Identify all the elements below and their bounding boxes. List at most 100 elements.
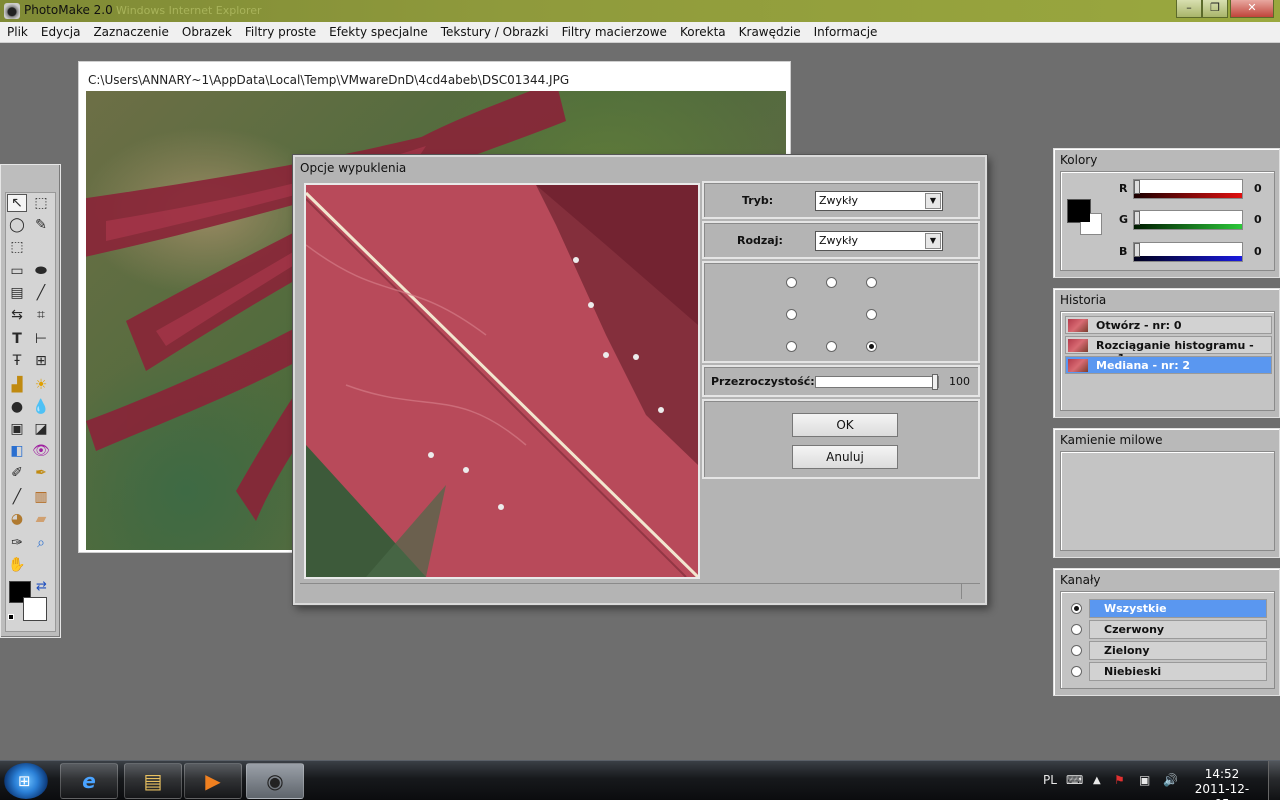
direction-bottom-radio[interactable]: [826, 341, 837, 352]
action-center-icon[interactable]: ⚑: [1114, 773, 1125, 787]
volume-icon[interactable]: 🔊: [1163, 773, 1178, 787]
app-camera-icon: [4, 3, 20, 19]
red-channel-slider[interactable]: [1133, 179, 1243, 199]
text-resize-tool-icon[interactable]: ⊞: [31, 352, 51, 370]
rounded-rect-tool-icon[interactable]: ▭: [7, 262, 27, 280]
menu-filtry-macierzowe[interactable]: Filtry macierzowe: [555, 22, 673, 43]
water-drop-tool-icon[interactable]: 💧: [31, 398, 51, 416]
channel-row-green[interactable]: Zielony: [1089, 641, 1267, 660]
chevron-down-icon[interactable]: ▼: [925, 193, 941, 209]
blue-slider-handle[interactable]: [1134, 243, 1140, 257]
sphere-tool-icon[interactable]: ●: [7, 398, 27, 416]
maximize-button[interactable]: ❐: [1202, 0, 1228, 18]
zoom-tool-icon[interactable]: ⌕: [31, 534, 51, 552]
channel-all-radio[interactable]: [1071, 603, 1082, 614]
photomake-taskbar-button[interactable]: ◉: [246, 763, 304, 799]
buttons-panel: OK Anuluj: [702, 399, 980, 479]
direction-top-right-radio[interactable]: [866, 277, 877, 288]
direction-bottom-left-radio[interactable]: [786, 341, 797, 352]
history-item[interactable]: Rozciąganie histogramu - nr: 1: [1065, 336, 1272, 365]
keyboard-icon[interactable]: ⌨: [1066, 773, 1083, 787]
channel-blue-radio[interactable]: [1071, 666, 1082, 677]
file-explorer-taskbar-button[interactable]: ▤: [124, 763, 182, 799]
minimize-button[interactable]: –: [1176, 0, 1202, 18]
direction-top-radio[interactable]: [826, 277, 837, 288]
eyedropper-tool-icon[interactable]: ✎: [31, 216, 51, 234]
hand-tool-icon[interactable]: ✋: [7, 556, 27, 574]
hatch-fill-tool-icon[interactable]: ▤: [7, 284, 27, 302]
bucket-tool-icon[interactable]: ▥: [31, 488, 51, 506]
background-color-swatch[interactable]: [23, 597, 47, 621]
resize-grip[interactable]: [961, 583, 962, 599]
channel-row-blue[interactable]: Niebieski: [1089, 662, 1267, 681]
red-gradient: [1134, 193, 1242, 198]
channel-green-radio[interactable]: [1071, 645, 1082, 656]
emboss-tool-icon[interactable]: ▣: [7, 420, 27, 438]
opacity-slider-handle[interactable]: [932, 374, 938, 390]
menu-plik[interactable]: Plik: [0, 22, 34, 43]
green-slider-handle[interactable]: [1134, 211, 1140, 225]
green-channel-slider[interactable]: [1133, 210, 1243, 230]
dodge-tool-icon[interactable]: ✒: [31, 464, 51, 482]
red-eye-tool-icon[interactable]: 👁: [31, 442, 51, 460]
mode-select[interactable]: Zwykły ▼: [815, 191, 943, 211]
history-item[interactable]: Otwórz - nr: 0: [1065, 316, 1272, 334]
rotate-tool-icon[interactable]: ⇆: [7, 306, 27, 324]
brush-tool-icon[interactable]: ╱: [7, 488, 27, 506]
type-select[interactable]: Zwykły ▼: [815, 231, 943, 251]
show-desktop-button[interactable]: [1268, 761, 1280, 800]
smudge-tool-icon[interactable]: ✐: [7, 464, 27, 482]
direction-bottom-right-radio[interactable]: [866, 341, 877, 352]
menu-zaznaczenie[interactable]: Zaznaczenie: [86, 22, 174, 43]
text-width-tool-icon[interactable]: ⊢: [31, 330, 51, 348]
blue-channel-slider[interactable]: [1133, 242, 1243, 262]
levels-tool-icon[interactable]: ▟: [7, 376, 27, 394]
menu-obrazek[interactable]: Obrazek: [175, 22, 238, 43]
close-button[interactable]: ✕: [1230, 0, 1274, 18]
red-slider-handle[interactable]: [1134, 180, 1140, 194]
channel-red-radio[interactable]: [1071, 624, 1082, 635]
language-indicator[interactable]: PL: [1043, 773, 1057, 787]
opacity-slider[interactable]: [815, 374, 939, 390]
history-item-selected[interactable]: Mediana - nr: 2: [1065, 356, 1272, 374]
menu-korekta[interactable]: Korekta: [673, 22, 732, 43]
menu-informacje[interactable]: Informacje: [807, 22, 884, 43]
milestones-list[interactable]: [1060, 451, 1275, 551]
direction-left-radio[interactable]: [786, 309, 797, 320]
menu-krawedzie[interactable]: Krawędzie: [732, 22, 807, 43]
lasso-tool-icon[interactable]: ⬚: [7, 238, 27, 256]
mirror-tool-icon[interactable]: ◧: [7, 442, 27, 460]
swap-colors-icon[interactable]: ⇄: [36, 579, 47, 594]
cancel-button[interactable]: Anuluj: [792, 445, 898, 469]
crop-tool-icon[interactable]: ⌗: [31, 306, 51, 324]
palette-tool-icon[interactable]: ◕: [7, 510, 27, 528]
color-picker-tool-icon[interactable]: ✑: [7, 534, 27, 552]
internet-explorer-taskbar-button[interactable]: e: [60, 763, 118, 799]
system-clock[interactable]: 14:52 2011-12-05: [1192, 767, 1252, 800]
eraser-tool-icon[interactable]: ▰: [31, 510, 51, 528]
menu-tekstury-obrazki[interactable]: Tekstury / Obrazki: [434, 22, 555, 43]
rect-select-tool-icon[interactable]: ⬚: [31, 194, 51, 212]
text-tool-icon[interactable]: T: [7, 330, 27, 348]
direction-right-radio[interactable]: [866, 309, 877, 320]
media-player-taskbar-button[interactable]: ▶: [184, 763, 242, 799]
menu-filtry-proste[interactable]: Filtry proste: [238, 22, 322, 43]
menu-efekty-specjalne[interactable]: Efekty specjalne: [322, 22, 434, 43]
default-colors-icon[interactable]: [8, 614, 14, 620]
menu-edycja[interactable]: Edycja: [34, 22, 87, 43]
line-tool-icon[interactable]: ╱: [31, 284, 51, 302]
ellipse-select-tool-icon[interactable]: ◯: [7, 216, 27, 234]
network-icon[interactable]: ▣: [1139, 773, 1150, 787]
direction-top-left-radio[interactable]: [786, 277, 797, 288]
channel-row-red[interactable]: Czerwony: [1089, 620, 1267, 639]
chevron-down-icon[interactable]: ▼: [925, 233, 941, 249]
ok-button[interactable]: OK: [792, 413, 898, 437]
start-button[interactable]: ⊞: [4, 763, 48, 799]
stamp-tool-icon[interactable]: ◪: [31, 420, 51, 438]
text-box-tool-icon[interactable]: Ŧ: [7, 352, 27, 370]
channel-row-all[interactable]: Wszystkie: [1089, 599, 1267, 618]
brightness-tool-icon[interactable]: ☀: [31, 376, 51, 394]
pointer-tool-icon[interactable]: ↖: [7, 194, 27, 212]
ellipse-tool-icon[interactable]: ⬬: [31, 262, 51, 280]
show-hidden-icons-icon[interactable]: ▲: [1093, 775, 1101, 786]
